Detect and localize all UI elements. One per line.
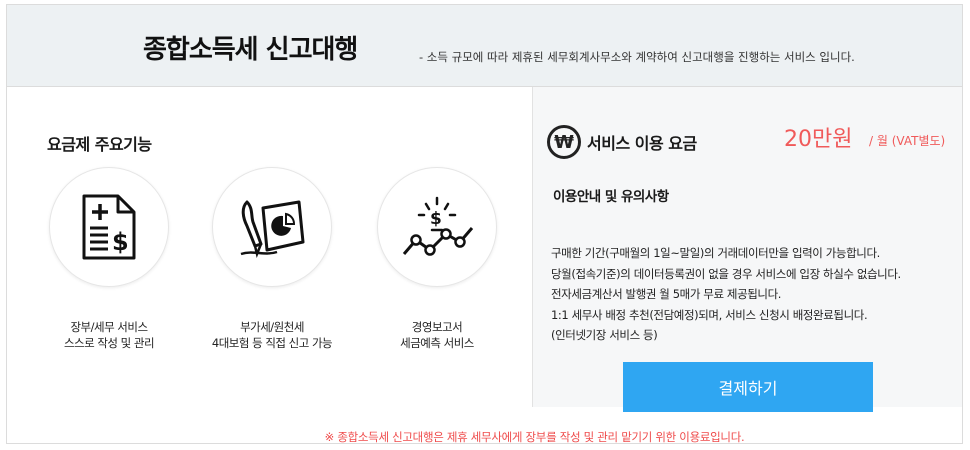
trend-dollar-icon: $ — [402, 196, 474, 256]
notice-line: 당월(접속기준)의 데이터등록권이 없을 경우 서비스에 입장 하실수 없습니다… — [551, 266, 901, 281]
price-unit: / 월 (VAT별도) — [869, 134, 946, 148]
pricing-header: ₩ 서비스 이용 요금 — [547, 125, 697, 159]
svg-text:$: $ — [112, 228, 129, 256]
notice-line: 전자세금계산서 발행권 월 5매가 무료 제공됩니다. — [551, 287, 782, 301]
feature-label-line1: 장부/세무 서비스 — [70, 320, 148, 334]
feature-tax-filing: 부가세/원천세 4대보험 등 직접 신고 가능 — [197, 167, 347, 351]
feature-circle — [212, 167, 332, 287]
pay-button[interactable]: 결제하기 — [623, 362, 873, 412]
service-panel: 종합소득세 신고대행 - 소득 규모에 따라 제휴된 세무회계사무소와 계약하여… — [6, 4, 963, 444]
features-section: 요금제 주요기능 $ 장부/세무 서비스 스스로 작성 및 관리 부가세/원천세… — [7, 87, 532, 443]
page-subtitle: - 소득 규모에 따라 제휴된 세무회계사무소와 계약하여 신고대행을 진행하는… — [419, 50, 855, 64]
features-title: 요금제 주요기능 — [47, 135, 152, 154]
feature-label-line2: 스스로 작성 및 관리 — [63, 336, 155, 350]
footnote: ※ 종합소득세 신고대행은 제휴 세무사에게 장부를 작성 및 관리 맡기기 위… — [324, 430, 745, 444]
pricing-section: ₩ 서비스 이용 요금 20만원 / 월 (VAT별도) 이용안내 및 유의사항… — [532, 87, 962, 412]
notice-list: 구매한 기간(구매월의 1일~말일)의 거래데이터만을 입력이 가능합니다. 당… — [551, 243, 961, 346]
pricing-label: 서비스 이용 요금 — [587, 134, 697, 153]
feature-circle: $ — [49, 167, 169, 287]
won-icon: ₩ — [547, 125, 581, 159]
price-amount: 20만원 — [784, 127, 853, 152]
page-title: 종합소득세 신고대행 — [143, 35, 358, 65]
feature-label-line1: 경영보고서 — [411, 320, 463, 334]
feature-label-line2: 4대보험 등 직접 신고 가능 — [211, 336, 333, 350]
notice-line: 구매한 기간(구매월의 1일~말일)의 거래데이터만을 입력이 가능합니다. — [551, 246, 880, 260]
notice-line: (인터넷기장 서비스 등) — [551, 328, 658, 342]
pen-chart-icon — [240, 200, 305, 259]
document-dollar-icon: $ — [82, 194, 136, 260]
feature-report: $ 경영보고서 세금예측 서비스 — [362, 167, 512, 351]
svg-text:$: $ — [430, 209, 442, 229]
header: 종합소득세 신고대행 - 소득 규모에 따라 제휴된 세무회계사무소와 계약하여… — [7, 5, 962, 87]
feature-label-line2: 세금예측 서비스 — [400, 336, 474, 350]
notice-line: 1:1 세무사 배정 추천(전담예정)되며, 서비스 신청시 배정완료됩니다. — [551, 307, 868, 322]
notice-title: 이용안내 및 유의사항 — [553, 189, 669, 205]
feature-circle: $ — [377, 167, 497, 287]
feature-bookkeeping: $ 장부/세무 서비스 스스로 작성 및 관리 — [34, 167, 184, 351]
feature-label-line1: 부가세/원천세 — [240, 320, 304, 334]
